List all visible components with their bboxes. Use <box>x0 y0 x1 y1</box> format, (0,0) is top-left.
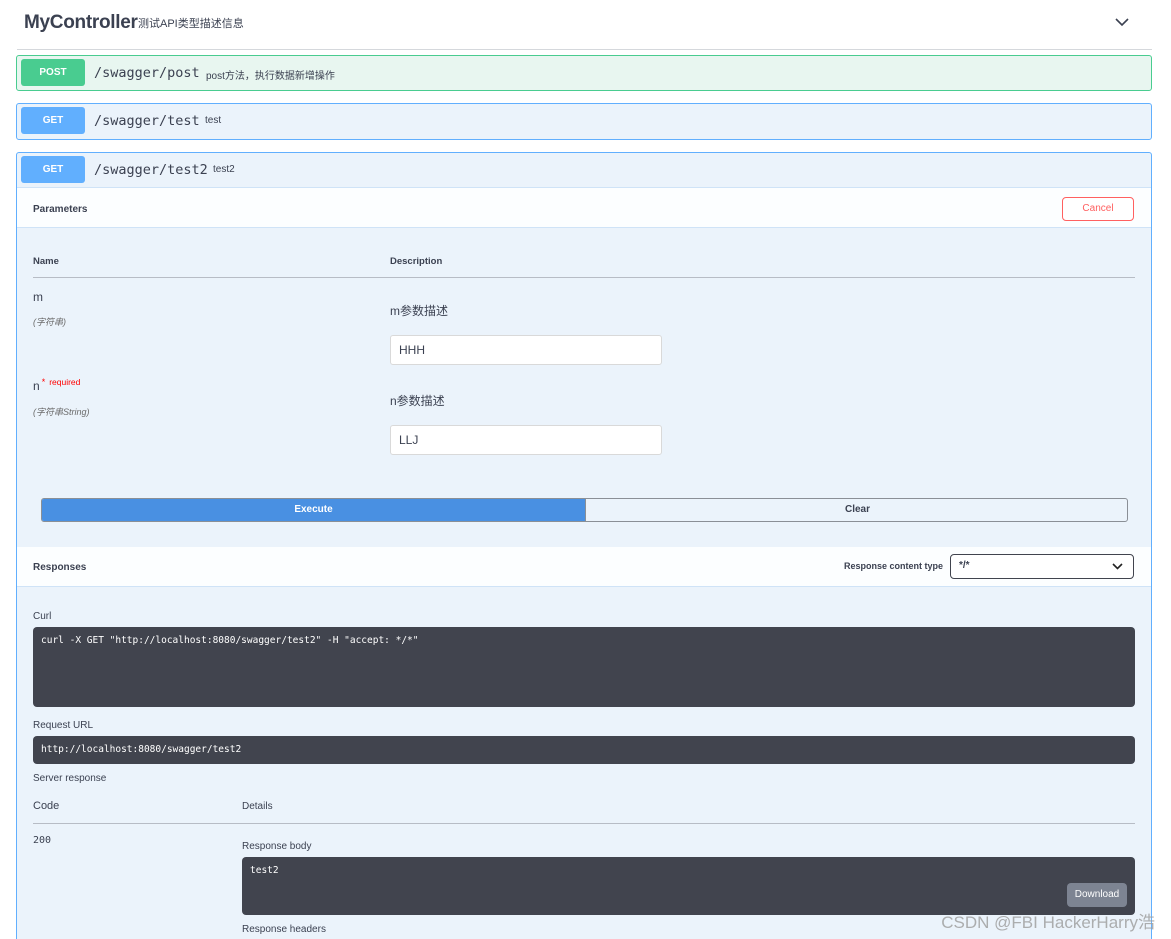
chevron-down-icon[interactable] <box>1114 14 1130 30</box>
param-name: n <box>33 379 40 393</box>
parameters-header: Parameters Cancel <box>17 187 1151 228</box>
column-header-name: Name <box>33 256 59 267</box>
method-badge: GET <box>21 107 85 134</box>
watermark: CSDN @FBI HackerHarry浩 <box>941 913 1155 932</box>
method-badge: POST <box>21 59 85 86</box>
response-content-type-select[interactable]: */* <box>950 554 1134 579</box>
download-button[interactable]: Download <box>1067 883 1127 907</box>
opblock-get-swagger-test2: GET /swagger/test2 test2 Parameters Canc… <box>16 152 1152 939</box>
response-body-text: test2 <box>250 865 279 876</box>
operation-summary: test <box>205 115 222 126</box>
tag-header[interactable]: MyController 测试API类型描述信息 <box>17 0 1152 50</box>
divider <box>33 277 1135 278</box>
request-url[interactable]: http://localhost:8080/swagger/test2 <box>33 736 1135 764</box>
param-description: m参数描述 <box>390 304 448 318</box>
request-url-text: http://localhost:8080/swagger/test2 <box>41 744 242 755</box>
opblock-post-swagger-post[interactable]: POST /swagger/post post方法，执行数据新增操作 <box>16 55 1152 91</box>
param-n-input[interactable] <box>390 425 662 455</box>
operation-path: /swagger/post <box>94 65 200 81</box>
chevron-down-icon <box>1112 563 1123 570</box>
opblock-summary[interactable]: POST /swagger/post post方法，执行数据新增操作 <box>17 56 1151 90</box>
curl-command-text: curl -X GET "http://localhost:8080/swagg… <box>41 635 419 646</box>
curl-label: Curl <box>33 611 52 622</box>
required-label: required <box>49 377 81 387</box>
required-star: * <box>41 377 46 387</box>
operation-path: /swagger/test <box>94 113 200 129</box>
curl-command[interactable]: curl -X GET "http://localhost:8080/swagg… <box>33 627 1135 707</box>
operation-summary: test2 <box>213 164 235 175</box>
opblock-get-swagger-test[interactable]: GET /swagger/test test <box>16 103 1152 140</box>
execute-button[interactable]: Execute <box>42 499 585 521</box>
opblock-summary[interactable]: GET /swagger/test test <box>17 104 1151 138</box>
cancel-button[interactable]: Cancel <box>1062 197 1134 221</box>
response-body-label: Response body <box>242 841 312 852</box>
tag-title: MyController <box>24 12 138 33</box>
param-name: m <box>33 290 43 304</box>
param-type: (字符串) <box>33 317 66 327</box>
divider <box>33 823 1135 824</box>
response-code: 200 <box>33 835 52 846</box>
execute-clear-group: Execute Clear <box>41 498 1128 522</box>
operation-path: /swagger/test2 <box>94 162 208 178</box>
response-headers-label: Response headers <box>242 924 326 935</box>
parameters-title: Parameters <box>33 204 88 215</box>
column-header-code: Code <box>33 800 60 812</box>
param-m-input[interactable] <box>390 335 662 365</box>
opblock-summary[interactable]: GET /swagger/test2 test2 <box>17 153 1151 187</box>
method-badge: GET <box>21 156 85 183</box>
param-type: (字符串String) <box>33 407 90 417</box>
responses-title: Responses <box>33 562 87 573</box>
selected-content-type: */* <box>959 560 970 571</box>
column-header-description: Description <box>390 256 443 267</box>
param-description: n参数描述 <box>390 394 445 408</box>
response-body[interactable]: test2 Download <box>242 857 1135 915</box>
request-url-label: Request URL <box>33 720 94 731</box>
server-response-label: Server response <box>33 773 107 784</box>
responses-header: Responses Response content type */* <box>17 547 1151 587</box>
tag-description: 测试API类型描述信息 <box>138 18 244 30</box>
response-content-type-label: Response content type <box>843 561 943 571</box>
column-header-details: Details <box>242 801 273 812</box>
clear-button[interactable]: Clear <box>585 499 1127 521</box>
param-name-required: n * required <box>33 377 81 393</box>
operation-summary: post方法，执行数据新增操作 <box>206 71 335 82</box>
